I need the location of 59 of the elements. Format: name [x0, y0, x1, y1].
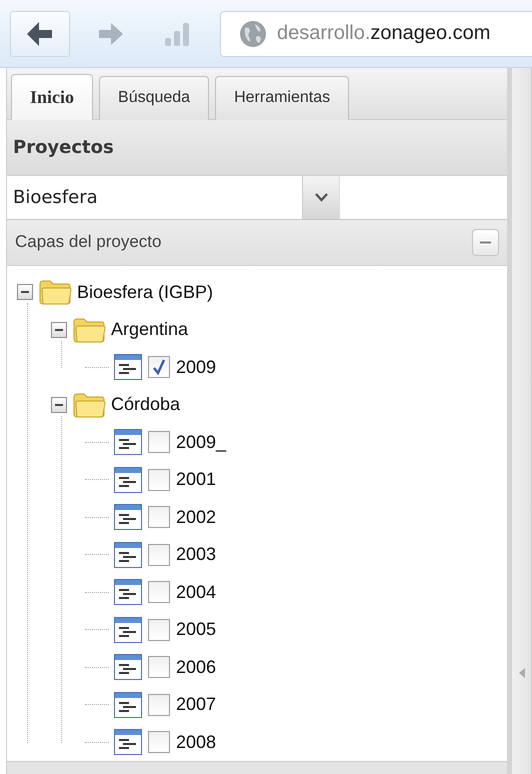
legend-icon[interactable]: [114, 504, 142, 530]
tab[interactable]: Búsqueda: [99, 76, 210, 120]
layer-checkbox[interactable]: [148, 581, 170, 604]
layer-label[interactable]: 2007: [176, 694, 216, 716]
legend-icon[interactable]: [114, 466, 142, 493]
folder-label[interactable]: Bioesfera (IGBP): [75, 282, 214, 303]
minus-icon: [21, 291, 29, 294]
back-button[interactable]: [10, 10, 70, 56]
project-dropdown[interactable]: Bioesfera: [7, 176, 340, 219]
folder-icon: [72, 316, 106, 343]
layer-checkbox[interactable]: [148, 468, 170, 491]
collapse-toggle[interactable]: [51, 396, 67, 413]
collapse-toggle[interactable]: [17, 284, 33, 300]
tab[interactable]: Inicio: [11, 74, 94, 120]
legend-icon[interactable]: [114, 354, 142, 380]
legend-icon[interactable]: [114, 654, 142, 680]
legend-icon[interactable]: [114, 729, 142, 756]
layer-label[interactable]: 2001: [176, 469, 216, 490]
layer-checkbox[interactable]: [148, 656, 170, 678]
layer-checkbox[interactable]: [148, 506, 170, 528]
folder-label[interactable]: Córdoba: [109, 394, 180, 416]
layer-checkbox[interactable]: [148, 431, 170, 454]
section-title: Capas del proyecto: [15, 232, 162, 252]
collapse-toggle[interactable]: [51, 322, 67, 338]
signal-bars-icon: [164, 20, 192, 46]
minus-icon: [55, 404, 63, 406]
minus-icon: [480, 240, 491, 244]
folder-icon: [38, 279, 72, 306]
chevron-down-icon: [314, 192, 328, 202]
layer-checkbox[interactable]: [148, 731, 170, 754]
layer-checkbox[interactable]: [148, 618, 170, 641]
address-bar[interactable]: desarrollo.zonageo.com: [220, 10, 532, 56]
globe-icon: [239, 20, 267, 48]
layer-checkbox[interactable]: [148, 356, 170, 378]
folder-icon: [72, 392, 106, 418]
layer-checkbox[interactable]: [148, 544, 170, 566]
legend-icon[interactable]: [114, 429, 142, 456]
layer-label[interactable]: 2004: [176, 582, 216, 603]
back-arrow-icon: [26, 20, 54, 46]
legend-icon[interactable]: [114, 542, 142, 568]
legend-icon[interactable]: [114, 579, 142, 606]
checkmark-icon: [152, 359, 166, 376]
url-text: desarrollo.zonageo.com: [277, 22, 490, 45]
layer-checkbox[interactable]: [148, 694, 170, 716]
panel-title: Proyectos: [13, 136, 114, 158]
layer-label[interactable]: 2005: [176, 619, 216, 640]
legend-icon[interactable]: [114, 692, 142, 718]
legend-icon[interactable]: [114, 616, 142, 643]
tab[interactable]: Herramientas: [215, 76, 350, 120]
collapse-button[interactable]: [472, 228, 499, 256]
folder-label[interactable]: Argentina: [109, 319, 188, 340]
layer-label[interactable]: 2006: [176, 656, 216, 678]
minus-icon: [55, 328, 63, 331]
layer-label[interactable]: 2008: [176, 732, 216, 753]
layer-label[interactable]: 2002: [176, 506, 216, 528]
forward-arrow-icon: [98, 22, 124, 46]
layer-label[interactable]: 2003: [176, 544, 216, 566]
layer-label[interactable]: 2009_: [176, 432, 226, 453]
layer-label[interactable]: 2009: [176, 356, 216, 378]
